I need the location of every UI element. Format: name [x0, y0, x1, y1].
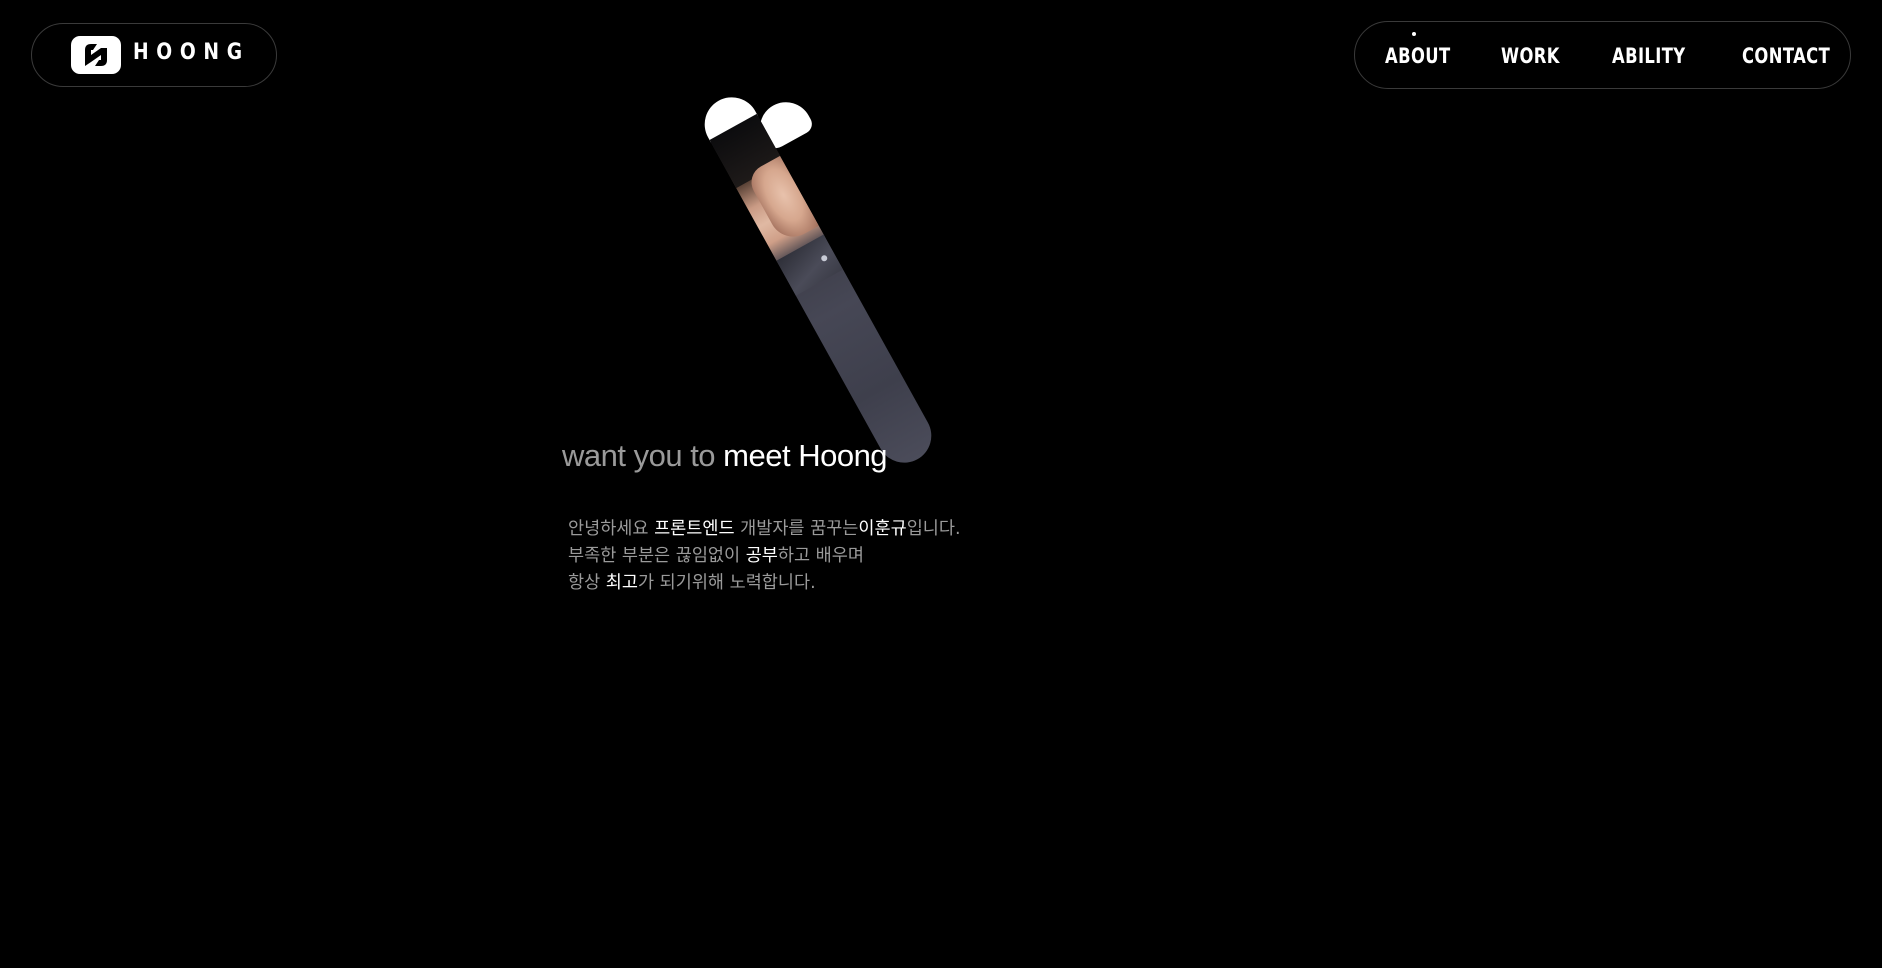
nav-item-work[interactable]: WORK	[1501, 44, 1560, 68]
headline-dim-text: want you to	[562, 438, 716, 473]
main-navigation: ABOUT WORK ABILITY CONTACT	[1354, 21, 1851, 89]
intro-highlight: 공부	[745, 546, 778, 566]
intro-text: 입니다.	[906, 519, 961, 539]
intro-line-2: 부족한 부분은 끊임없이 공부하고 배우며	[568, 543, 961, 570]
logo-home-link[interactable]: HOONG	[31, 23, 277, 87]
intro-text: 하고 배우며	[777, 546, 864, 566]
intro-text: 부족한 부분은 끊임없이	[568, 546, 746, 566]
intro-highlight: 프론트엔드	[654, 519, 735, 539]
intro-highlight: 최고	[605, 573, 638, 593]
intro-text: 안녕하세요	[568, 519, 655, 539]
photo-face	[745, 155, 819, 246]
active-indicator-dot	[1412, 32, 1416, 36]
page: HOONG ABOUT WORK ABILITY CONTACT want yo…	[0, 0, 1882, 968]
intro-text: 항상	[568, 573, 606, 593]
hoong-h-logo-icon	[71, 36, 121, 74]
intro-line-3: 항상 최고가 되기위해 노력합니다.	[568, 570, 961, 597]
intro-text: 개발자를 꿈꾸는	[734, 519, 859, 539]
headline-bright-text: meet Hoong	[723, 438, 888, 473]
nav-item-ability[interactable]: ABILITY	[1612, 44, 1686, 68]
intro-line-1: 안녕하세요 프론트엔드 개발자를 꿈꾸는이훈규입니다.	[568, 516, 961, 543]
portrait-photo	[694, 87, 942, 473]
nav-item-about[interactable]: ABOUT	[1385, 44, 1451, 68]
logo-wordmark: HOONG	[133, 40, 250, 65]
intro-text: 가 되기위해 노력합니다.	[637, 573, 816, 593]
nav-item-contact[interactable]: CONTACT	[1742, 44, 1830, 68]
hero-headline: want you to meet Hoong	[562, 438, 888, 474]
intro-paragraph: 안녕하세요 프론트엔드 개발자를 꿈꾸는이훈규입니다. 부족한 부분은 끊임없이…	[568, 516, 961, 597]
intro-highlight-name: 이훈규	[858, 519, 907, 539]
photo-collar	[776, 234, 844, 296]
